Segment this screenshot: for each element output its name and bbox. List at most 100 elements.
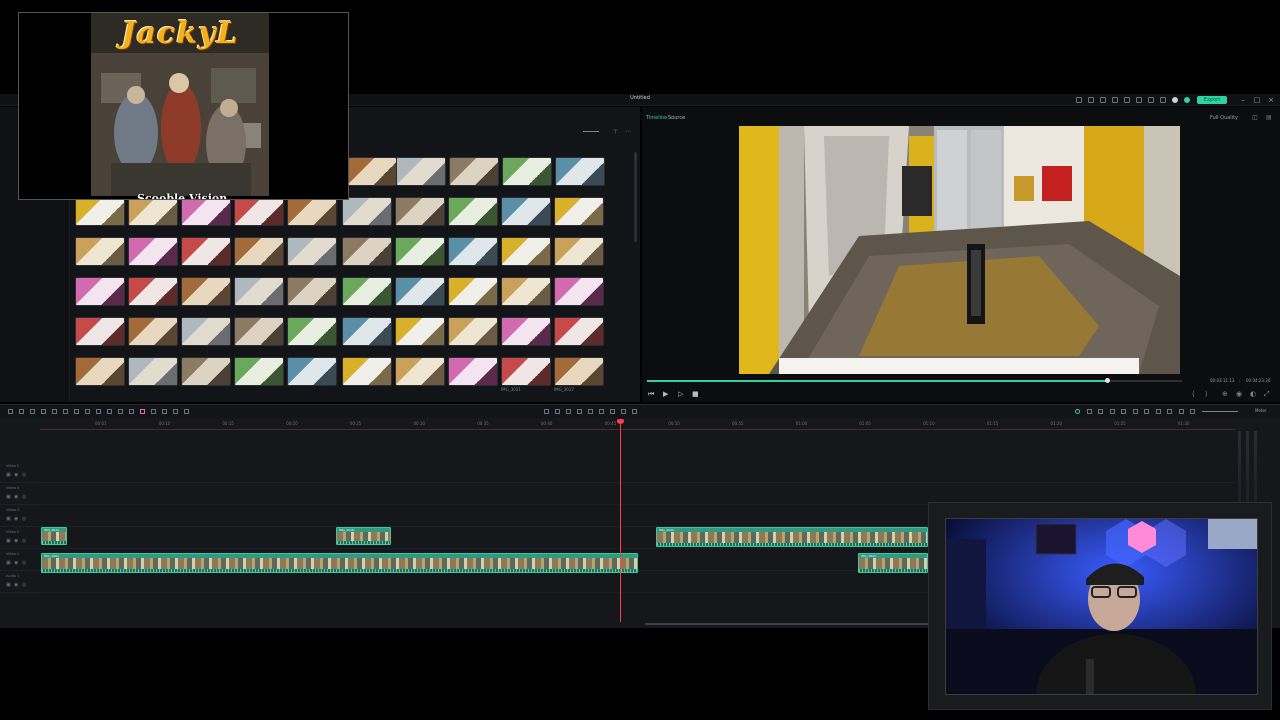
zoom-icon[interactable]: ⊕ xyxy=(1222,390,1228,398)
media-thumbnail[interactable] xyxy=(234,197,284,226)
close-button[interactable]: × xyxy=(1266,95,1276,105)
media-thumbnail[interactable] xyxy=(128,237,178,266)
undo-icon[interactable] xyxy=(8,409,13,414)
record-icon[interactable] xyxy=(184,409,189,414)
media-thumbnail[interactable] xyxy=(501,357,551,386)
cloud-icon[interactable] xyxy=(1148,97,1154,103)
eye-icon[interactable]: ◉ xyxy=(14,560,18,566)
media-thumbnail[interactable] xyxy=(502,157,552,186)
eye-icon[interactable]: ◉ xyxy=(14,516,18,522)
settings-icon[interactable] xyxy=(632,409,637,414)
media-thumbnail[interactable] xyxy=(448,197,498,226)
timeline-clip[interactable]: IMG_3021 xyxy=(656,527,928,547)
audio-icon[interactable]: ◎ xyxy=(22,560,26,566)
audio-icon[interactable]: ◎ xyxy=(22,516,26,522)
media-thumbnail[interactable] xyxy=(128,277,178,306)
media-thumbnail[interactable] xyxy=(287,277,337,306)
media-thumbnail[interactable] xyxy=(342,277,392,306)
media-thumbnail[interactable] xyxy=(128,197,178,226)
media-thumbnail[interactable] xyxy=(234,237,284,266)
mark-in-icon[interactable]: ⟨ xyxy=(1192,390,1195,398)
lock-icon[interactable]: ▣ xyxy=(6,494,11,500)
marker-icon[interactable] xyxy=(96,409,101,414)
media-thumbnail[interactable] xyxy=(448,357,498,386)
eye-icon[interactable]: ◉ xyxy=(14,582,18,588)
media-thumbnail[interactable] xyxy=(287,357,337,386)
media-thumbnail[interactable] xyxy=(128,357,178,386)
track-header[interactable]: Video 2 ▣ ◉ ◎ xyxy=(0,527,40,549)
layer-icon[interactable] xyxy=(1132,409,1138,414)
maximize-button[interactable]: □ xyxy=(1252,95,1262,105)
media-thumbnail[interactable] xyxy=(181,317,231,346)
grid-icon[interactable] xyxy=(1136,97,1142,103)
mask-icon[interactable] xyxy=(129,409,134,414)
media-thumbnail[interactable] xyxy=(501,237,551,266)
media-thumbnail[interactable] xyxy=(554,357,604,386)
camera-icon[interactable] xyxy=(1124,97,1130,103)
keyframe-icon[interactable] xyxy=(140,409,145,414)
media-thumbnail[interactable] xyxy=(342,317,392,346)
split-icon[interactable] xyxy=(41,409,46,414)
detach-icon[interactable] xyxy=(1178,409,1184,414)
redo-icon[interactable] xyxy=(19,409,24,414)
media-thumbnail[interactable] xyxy=(75,317,125,346)
media-thumbnail[interactable] xyxy=(75,357,125,386)
crop-icon[interactable] xyxy=(52,409,57,414)
quality-dropdown[interactable]: Full Quality xyxy=(1210,115,1238,121)
timeline-ruler[interactable]: 00:01 00:10 00:15 00:20 00:25 00:30 00:35 00:40… xyxy=(40,420,1235,430)
settings-icon[interactable]: ▤ xyxy=(1266,114,1272,121)
track-header[interactable]: Video 1 ▣ ◉ ◎ xyxy=(0,549,40,571)
ai-icon[interactable] xyxy=(162,409,167,414)
media-thumbnail[interactable] xyxy=(181,197,231,226)
fit-icon[interactable] xyxy=(1086,409,1092,414)
timeline-zoom-slider[interactable] xyxy=(1202,411,1238,412)
marker-add-icon[interactable] xyxy=(1098,409,1103,414)
media-thumbnail[interactable] xyxy=(449,157,499,186)
track-header[interactable]: Audio 1 ▣ ◉ ◎ xyxy=(0,571,40,593)
playhead[interactable] xyxy=(620,422,621,622)
effect-icon[interactable] xyxy=(173,409,178,414)
media-thumbnail[interactable] xyxy=(75,197,125,226)
media-thumbnail[interactable] xyxy=(395,197,445,226)
timeline-clip[interactable]: IMG_3020 xyxy=(858,553,928,573)
split-audio-icon[interactable] xyxy=(1121,409,1126,414)
tab-source[interactable]: Source xyxy=(668,115,685,121)
magnet-icon[interactable] xyxy=(566,409,571,414)
media-thumbnail[interactable] xyxy=(395,357,445,386)
eye-icon[interactable]: ◉ xyxy=(14,494,18,500)
meter-toggle[interactable]: Meter xyxy=(1255,408,1267,413)
track-header[interactable]: Video 5 ▣ ◉ ◎ xyxy=(0,461,40,483)
media-thumbnail[interactable] xyxy=(181,277,231,306)
media-thumbnail[interactable] xyxy=(75,237,125,266)
media-thumbnail[interactable] xyxy=(448,277,498,306)
audio-icon[interactable]: ◎ xyxy=(22,472,26,478)
media-thumbnail[interactable] xyxy=(75,277,125,306)
media-thumbnail[interactable] xyxy=(448,237,498,266)
layout-icon[interactable] xyxy=(1088,97,1094,103)
zoom-icon[interactable] xyxy=(74,409,79,414)
media-thumbnail[interactable] xyxy=(501,277,551,306)
color-icon[interactable] xyxy=(118,409,123,414)
media-thumbnail[interactable] xyxy=(554,197,604,226)
audio-icon[interactable]: ◎ xyxy=(22,582,26,588)
media-thumbnail[interactable] xyxy=(347,157,397,186)
screen-icon[interactable] xyxy=(1112,97,1118,103)
home-icon[interactable] xyxy=(1076,97,1082,103)
avatar-icon[interactable] xyxy=(1172,97,1178,103)
lock-icon[interactable]: ▣ xyxy=(6,538,11,544)
minimize-button[interactable]: – xyxy=(1238,95,1248,105)
timeline-clip[interactable]: IMG_3018 xyxy=(336,527,391,545)
lock-icon[interactable]: ▣ xyxy=(6,582,11,588)
audio-icon[interactable]: ◎ xyxy=(22,538,26,544)
delete-icon[interactable] xyxy=(30,409,35,414)
timeline-clip[interactable]: IMG_3014 xyxy=(41,527,67,545)
music-icon[interactable] xyxy=(621,409,626,414)
ripple-icon[interactable] xyxy=(555,409,560,414)
zoom-out-icon[interactable] xyxy=(1190,409,1195,414)
scrubber-handle[interactable] xyxy=(1105,378,1111,383)
timeline-clip[interactable]: IMG_3001 xyxy=(41,553,638,573)
eye-icon[interactable]: ◉ xyxy=(14,472,18,478)
eye-icon[interactable] xyxy=(610,409,615,414)
track-header[interactable]: Video 3 ▣ ◉ ◎ xyxy=(0,505,40,527)
speed-icon[interactable] xyxy=(107,409,112,414)
